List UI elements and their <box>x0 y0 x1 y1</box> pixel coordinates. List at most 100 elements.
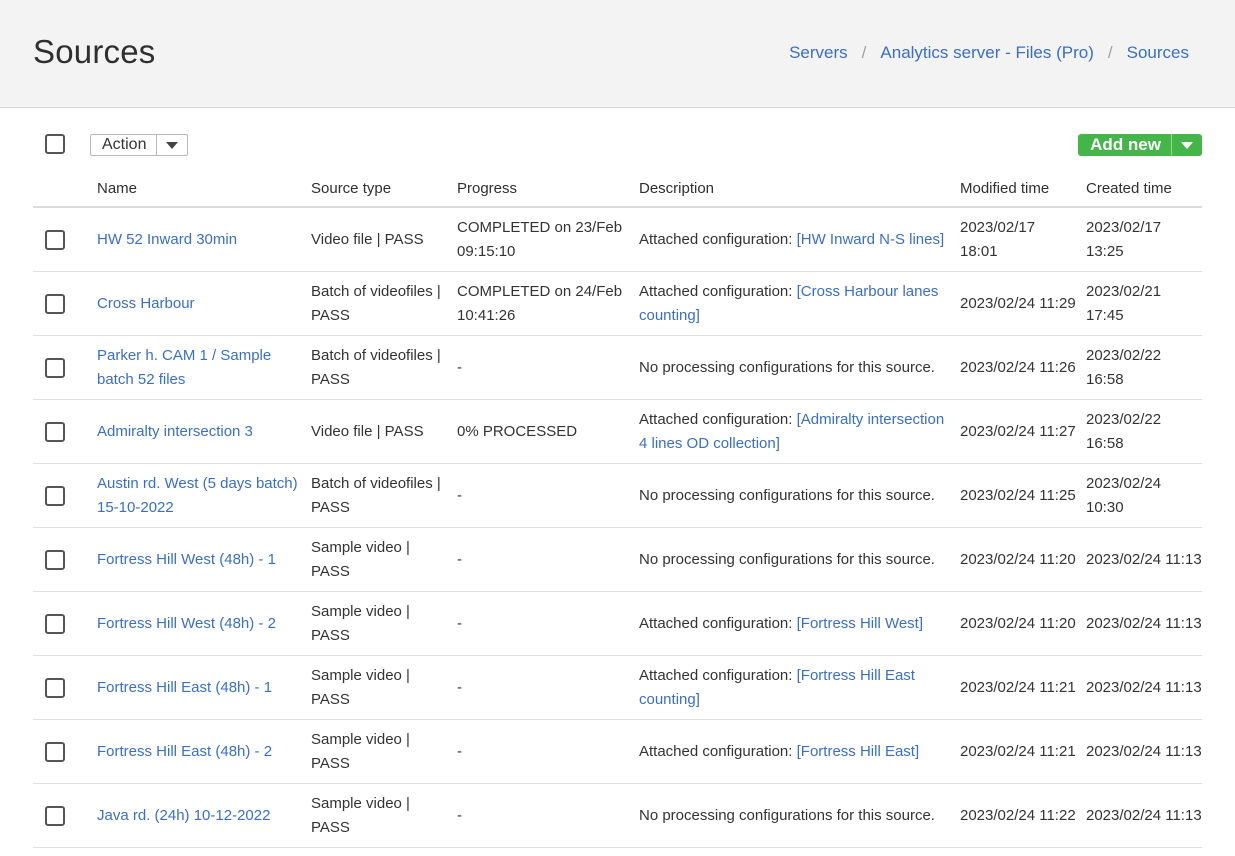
add-new-dropdown-toggle[interactable] <box>1171 134 1202 156</box>
description-text: Attached configuration: <box>639 614 797 632</box>
source-name-link[interactable]: Parker h. CAM 1 / Sample batch 52 files <box>97 347 271 388</box>
name-cell: Java rd. (24h) 10-12-2022 <box>97 783 311 848</box>
action-dropdown[interactable]: Action <box>90 134 189 156</box>
table-row: Fortress Hill West (48h) - 1 Sample video… <box>33 527 1202 592</box>
source-type-cell: Sample video | PASS <box>311 719 457 784</box>
description-cell: No processing configurations for this so… <box>639 463 960 528</box>
source-name-link[interactable]: HW 52 Inward 30min <box>97 231 237 248</box>
source-type-cell: Batch of videofiles | PASS <box>311 271 457 336</box>
source-type-cell: Batch of videofiles | PASS <box>311 335 457 400</box>
configuration-link[interactable]: [HW Inward N-S lines] <box>797 231 945 248</box>
created-time-cell: 2023/02/22 16:58 <box>1086 335 1202 400</box>
source-name-link[interactable]: Fortress Hill East (48h) - 2 <box>97 743 272 760</box>
description-cell: No processing configurations for this so… <box>639 783 960 848</box>
table-row: Java rd. (24h) 10-12-2022 Sample video | … <box>33 783 1202 848</box>
name-cell: Admiralty intersection 3 <box>97 399 311 464</box>
breadcrumb-sources[interactable]: Sources <box>1127 42 1189 64</box>
column-header-name[interactable]: Name <box>97 170 311 208</box>
progress-cell: 0% PROCESSED <box>457 399 639 464</box>
row-checkbox[interactable] <box>45 805 65 826</box>
breadcrumb: Servers / Analytics server - Files (Pro)… <box>789 42 1189 64</box>
modified-time-cell: 2023/02/24 11:20 <box>960 527 1086 592</box>
page-title: Sources <box>33 33 156 70</box>
progress-cell: - <box>457 527 639 592</box>
breadcrumb-separator: / <box>1107 43 1113 62</box>
created-time-cell: 2023/02/24 11:13 <box>1086 783 1202 848</box>
description-text: Attached configuration: <box>639 667 797 684</box>
description-text: No processing configurations for this so… <box>639 806 935 824</box>
configuration-link[interactable]: [Fortress Hill West] <box>797 615 923 632</box>
description-text: No processing configurations for this so… <box>639 550 935 568</box>
row-checkbox[interactable] <box>45 741 65 762</box>
source-name-link[interactable]: Admiralty intersection 3 <box>97 423 253 440</box>
row-select-cell <box>33 207 97 272</box>
column-header-progress[interactable]: Progress <box>457 170 639 208</box>
description-cell: Attached configuration: [Admiralty inter… <box>639 399 960 464</box>
sources-table: Name Source type Progress Description Mo… <box>33 170 1202 848</box>
modified-time-cell: 2023/02/24 11:26 <box>960 335 1086 400</box>
modified-time-cell: 2023/02/24 11:22 <box>960 783 1086 848</box>
breadcrumb-servers[interactable]: Servers <box>789 42 848 64</box>
source-name-link[interactable]: Java rd. (24h) 10-12-2022 <box>97 807 270 824</box>
column-header-created-time[interactable]: Created time <box>1086 170 1202 208</box>
row-checkbox[interactable] <box>45 421 65 442</box>
name-cell: Austin rd. West (5 days batch) 15-10-202… <box>97 463 311 528</box>
column-header-modified-time[interactable]: Modified time <box>960 170 1086 208</box>
table-toolbar: Action Add new <box>33 130 1202 160</box>
source-name-link[interactable]: Austin rd. West (5 days batch) 15-10-202… <box>97 475 298 516</box>
add-new-label: Add new <box>1090 135 1161 154</box>
row-checkbox[interactable] <box>45 677 65 698</box>
name-cell: Parker h. CAM 1 / Sample batch 52 files <box>97 335 311 400</box>
row-select-cell <box>33 527 97 592</box>
created-time-cell: 2023/02/21 17:45 <box>1086 271 1202 336</box>
source-name-link[interactable]: Fortress Hill West (48h) - 1 <box>97 551 276 568</box>
column-header-source-type[interactable]: Source type <box>311 170 457 208</box>
row-select-cell <box>33 399 97 464</box>
description-text: Attached configuration: <box>639 283 797 300</box>
created-time-cell: 2023/02/24 11:13 <box>1086 655 1202 720</box>
description-cell: Attached configuration: [Fortress Hill E… <box>639 719 960 784</box>
description-text: Attached configuration: <box>639 411 797 428</box>
action-dropdown-toggle[interactable] <box>156 135 187 155</box>
row-checkbox[interactable] <box>45 485 65 506</box>
table-row: Cross Harbour Batch of videofiles | PASS C… <box>33 271 1202 336</box>
row-checkbox[interactable] <box>45 549 65 570</box>
description-cell: No processing configurations for this so… <box>639 335 960 400</box>
source-type-cell: Batch of videofiles | PASS <box>311 463 457 528</box>
table-row: Austin rd. West (5 days batch) 15-10-202… <box>33 463 1202 528</box>
created-time-cell: 2023/02/24 10:30 <box>1086 463 1202 528</box>
table-header-row: Name Source type Progress Description Mo… <box>33 170 1202 208</box>
description-text: No processing configurations for this so… <box>639 358 935 376</box>
progress-cell: COMPLETED on 23/Feb 09:15:10 <box>457 207 639 272</box>
configuration-link[interactable]: [Fortress Hill East] <box>797 743 920 760</box>
add-new-button[interactable]: Add new <box>1078 134 1202 156</box>
progress-cell: - <box>457 655 639 720</box>
description-cell: Attached configuration: [HW Inward N-S l… <box>639 207 960 272</box>
progress-cell: - <box>457 591 639 656</box>
table-row: HW 52 Inward 30min Video file | PASS COMPL… <box>33 207 1202 272</box>
modified-time-cell: 2023/02/24 11:21 <box>960 719 1086 784</box>
breadcrumb-analytics-server[interactable]: Analytics server - Files (Pro) <box>880 42 1093 64</box>
source-name-link[interactable]: Cross Harbour <box>97 295 195 312</box>
table-row: Fortress Hill West (48h) - 2 Sample video… <box>33 591 1202 656</box>
row-checkbox[interactable] <box>45 613 65 634</box>
select-all-checkbox[interactable] <box>45 134 65 154</box>
source-type-cell: Sample video | PASS <box>311 655 457 720</box>
created-time-cell: 2023/02/24 11:13 <box>1086 527 1202 592</box>
column-header-description[interactable]: Description <box>639 170 960 208</box>
row-checkbox[interactable] <box>45 229 65 250</box>
progress-cell: - <box>457 463 639 528</box>
modified-time-cell: 2023/02/24 11:25 <box>960 463 1086 528</box>
created-time-cell: 2023/02/17 13:25 <box>1086 207 1202 272</box>
row-checkbox[interactable] <box>45 357 65 378</box>
row-select-cell <box>33 463 97 528</box>
description-cell: No processing configurations for this so… <box>639 527 960 592</box>
description-text: No processing configurations for this so… <box>639 486 935 504</box>
source-name-link[interactable]: Fortress Hill West (48h) - 2 <box>97 615 276 632</box>
name-cell: Fortress Hill West (48h) - 1 <box>97 527 311 592</box>
row-select-cell <box>33 719 97 784</box>
row-checkbox[interactable] <box>45 293 65 314</box>
name-cell: Fortress Hill East (48h) - 1 <box>97 655 311 720</box>
row-select-cell <box>33 335 97 400</box>
source-name-link[interactable]: Fortress Hill East (48h) - 1 <box>97 679 272 696</box>
